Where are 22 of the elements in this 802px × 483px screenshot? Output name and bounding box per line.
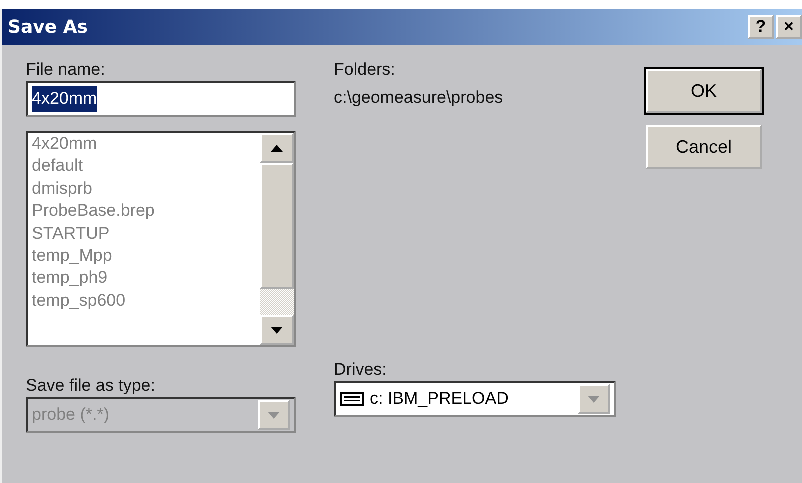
scroll-down-button[interactable] <box>260 315 294 345</box>
folder-path: c:\geomeasure\probes <box>334 87 504 109</box>
scroll-thumb[interactable] <box>260 163 294 289</box>
window-title: Save As <box>8 16 88 40</box>
folders-label: Folders: <box>334 59 396 81</box>
down-arrow-icon <box>588 396 600 402</box>
drives-dropdown[interactable]: c: IBM_PRELOAD <box>334 381 616 417</box>
close-button[interactable]: × <box>776 15 802 39</box>
scrollbar[interactable] <box>260 133 294 345</box>
down-arrow-icon <box>271 326 283 334</box>
dropdown-button[interactable] <box>578 384 610 414</box>
field-label: File name: <box>26 59 106 81</box>
down-arrow-icon <box>268 412 280 418</box>
help-button[interactable]: ? <box>748 15 774 39</box>
cancel-button[interactable]: Cancel <box>646 125 762 169</box>
scroll-up-button[interactable] <box>260 133 294 163</box>
field-label: Save file as type: <box>26 375 156 397</box>
drive-icon <box>340 392 364 406</box>
up-arrow-icon <box>271 144 283 152</box>
file-name-field[interactable]: 4x20mm <box>26 81 296 117</box>
ok-button[interactable]: OK <box>646 69 762 113</box>
field-label: Drives: <box>334 359 388 381</box>
